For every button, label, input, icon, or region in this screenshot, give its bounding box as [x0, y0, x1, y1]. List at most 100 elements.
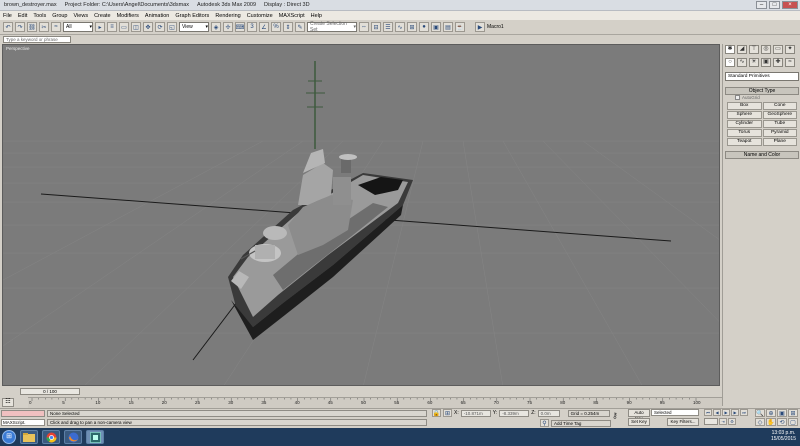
3dsmax-icon[interactable] — [86, 430, 104, 444]
go-to-end-icon[interactable]: ⏭ — [740, 409, 748, 416]
utilities-tab-icon[interactable]: ✦ — [785, 45, 795, 54]
object-type-rollout[interactable]: Object Type — [725, 87, 799, 95]
menu-modifiers[interactable]: Modifiers — [117, 13, 139, 19]
menu-animation[interactable]: Animation — [145, 13, 169, 19]
start-button[interactable]: ⊞ — [2, 430, 16, 444]
rectangular-selection-icon[interactable]: ▭ — [119, 22, 129, 32]
pyramid-button[interactable]: Pyramid — [762, 129, 797, 137]
unlink-icon[interactable]: ✂ — [39, 22, 49, 32]
lights-icon[interactable]: ☀ — [749, 58, 759, 67]
menu-tools[interactable]: Tools — [33, 13, 46, 19]
quick-render-icon[interactable]: ☕ — [455, 22, 465, 32]
window-crossing-icon[interactable]: ◫ — [131, 22, 141, 32]
select-rotate-icon[interactable]: ⟳ — [155, 22, 165, 32]
mirror-icon[interactable]: ⇔ — [359, 22, 369, 32]
render-setup-icon[interactable]: ▣ — [431, 22, 441, 32]
menu-views[interactable]: Views — [74, 13, 89, 19]
menu-file[interactable]: File — [3, 13, 12, 19]
redo-icon[interactable]: ↷ — [15, 22, 25, 32]
schematic-view-icon[interactable]: ⊞ — [407, 22, 417, 32]
zoom-all-icon[interactable]: ⊕ — [766, 409, 776, 417]
helpers-icon[interactable]: ✚ — [773, 58, 783, 67]
maxscript-listener[interactable] — [1, 410, 45, 417]
selection-filter-dropdown[interactable]: All ▾ — [63, 22, 93, 32]
set-key-button[interactable]: Set Key — [628, 418, 650, 426]
primitive-type-dropdown[interactable]: Standard Primitives — [725, 72, 799, 81]
time-tag-icon[interactable]: ⚲ — [540, 419, 549, 427]
motion-tab-icon[interactable]: ◎ — [761, 45, 771, 54]
torus-button[interactable]: Torus — [727, 129, 762, 137]
pivot-center-icon[interactable]: ◈ — [211, 22, 221, 32]
select-by-name-icon[interactable]: ≡ — [107, 22, 117, 32]
display-tab-icon[interactable]: ▭ — [773, 45, 783, 54]
autogrid-checkbox[interactable] — [735, 95, 740, 100]
maxscript-mini-listener[interactable]: MAXScript. — [1, 419, 45, 426]
rendered-frame-window-icon[interactable]: ▤ — [443, 22, 453, 32]
viewport-label[interactable]: Perspective — [6, 46, 30, 51]
cylinder-button[interactable]: Cylinder — [727, 120, 762, 128]
select-object-icon[interactable]: ▸ — [95, 22, 105, 32]
arc-rotate-icon[interactable]: ⟲ — [777, 418, 787, 426]
select-manipulate-icon[interactable]: ✢ — [223, 22, 233, 32]
geosphere-button[interactable]: GeoSphere — [762, 111, 797, 119]
close-button[interactable]: × — [782, 1, 798, 9]
mini-curve-editor-icon[interactable]: ☷ — [2, 398, 14, 407]
autogrid-toggle[interactable]: AutoGrid — [735, 95, 760, 100]
current-frame-field[interactable] — [704, 418, 718, 425]
search-input[interactable]: Type a keyword or phrase — [3, 36, 71, 43]
edit-named-selection-icon[interactable]: ✎ — [295, 22, 305, 32]
time-slider[interactable]: 0 / 100 — [20, 388, 80, 395]
tube-button[interactable]: Tube — [762, 120, 797, 128]
menu-create[interactable]: Create — [94, 13, 111, 19]
material-editor-icon[interactable]: ● — [419, 22, 429, 32]
destroyer-model[interactable] — [228, 61, 413, 340]
cameras-icon[interactable]: ▣ — [761, 58, 771, 67]
add-time-tag-field[interactable]: Add Time Tag — [551, 419, 611, 427]
bind-spacewarp-icon[interactable]: ≈ — [51, 22, 61, 32]
set-key-mode-icon[interactable]: ⚷ — [612, 411, 618, 420]
absolute-mode-icon[interactable]: ⊞ — [443, 409, 452, 417]
firefox-icon[interactable] — [64, 430, 82, 444]
teapot-button[interactable]: Teapot — [727, 138, 762, 146]
keyboard-shortcut-override-icon[interactable]: ⌨ — [235, 22, 245, 32]
pan-view-icon[interactable]: ✋ — [766, 418, 776, 426]
menu-customize[interactable]: Customize — [247, 13, 273, 19]
percent-snap-icon[interactable]: % — [271, 22, 281, 32]
key-filters-button[interactable]: Key Filters... — [667, 418, 699, 426]
maximize-viewport-icon[interactable]: ▢ — [788, 418, 798, 426]
shapes-icon[interactable]: ∿ — [737, 58, 747, 67]
plane-button[interactable]: Plane — [762, 138, 797, 146]
time-configuration-icon[interactable]: ⚙ — [728, 418, 736, 425]
named-selection-sets-dropdown[interactable]: Create Selection Set ▾ — [307, 21, 357, 33]
system-clock[interactable]: 13:03 p.m. 15/05/2015 — [771, 430, 796, 442]
zoom-icon[interactable]: 🔍 — [755, 409, 765, 417]
box-button[interactable]: Box — [727, 102, 762, 110]
menu-group[interactable]: Group — [52, 13, 67, 19]
sphere-button[interactable]: Sphere — [727, 111, 762, 119]
name-and-color-rollout[interactable]: Name and Color — [725, 151, 799, 159]
select-scale-icon[interactable]: ◱ — [167, 22, 177, 32]
spinner-snap-icon[interactable]: ⇕ — [283, 22, 293, 32]
y-coordinate-field[interactable]: -8.339m — [499, 409, 530, 417]
undo-icon[interactable]: ↶ — [3, 22, 13, 32]
select-move-icon[interactable]: ✥ — [143, 22, 153, 32]
minimize-button[interactable]: – — [756, 1, 767, 9]
reference-coord-dropdown[interactable]: View ▾ — [179, 22, 209, 32]
menu-graph-editors[interactable]: Graph Editors — [175, 13, 209, 19]
modify-tab-icon[interactable]: ◢ — [737, 45, 747, 54]
key-mode-toggle-icon[interactable]: ⇥ — [719, 418, 727, 425]
field-of-view-icon[interactable]: ◇ — [755, 418, 765, 426]
windows-explorer-icon[interactable] — [20, 430, 38, 444]
zoom-extents-all-icon[interactable]: ⊞ — [788, 409, 798, 417]
next-frame-icon[interactable]: ▶ — [731, 409, 739, 416]
lock-selection-icon[interactable]: 🔒 — [432, 409, 441, 417]
angle-snap-icon[interactable]: ∠ — [259, 22, 269, 32]
x-coordinate-field[interactable]: -10.871m — [460, 409, 491, 417]
play-icon[interactable]: ▶ — [722, 409, 730, 416]
z-coordinate-field[interactable]: 0.0m — [537, 409, 560, 417]
macro-icon[interactable]: ▶ — [475, 22, 485, 32]
menu-edit[interactable]: Edit — [18, 13, 27, 19]
key-selection-dropdown[interactable]: Selected — [651, 409, 699, 416]
track-bar[interactable]: 0 5 10 15 20 25 30 35 40 45 50 55 60 65 70 75 80 85 90 95 10… — [28, 397, 722, 408]
zoom-extents-icon[interactable]: ▣ — [777, 409, 787, 417]
